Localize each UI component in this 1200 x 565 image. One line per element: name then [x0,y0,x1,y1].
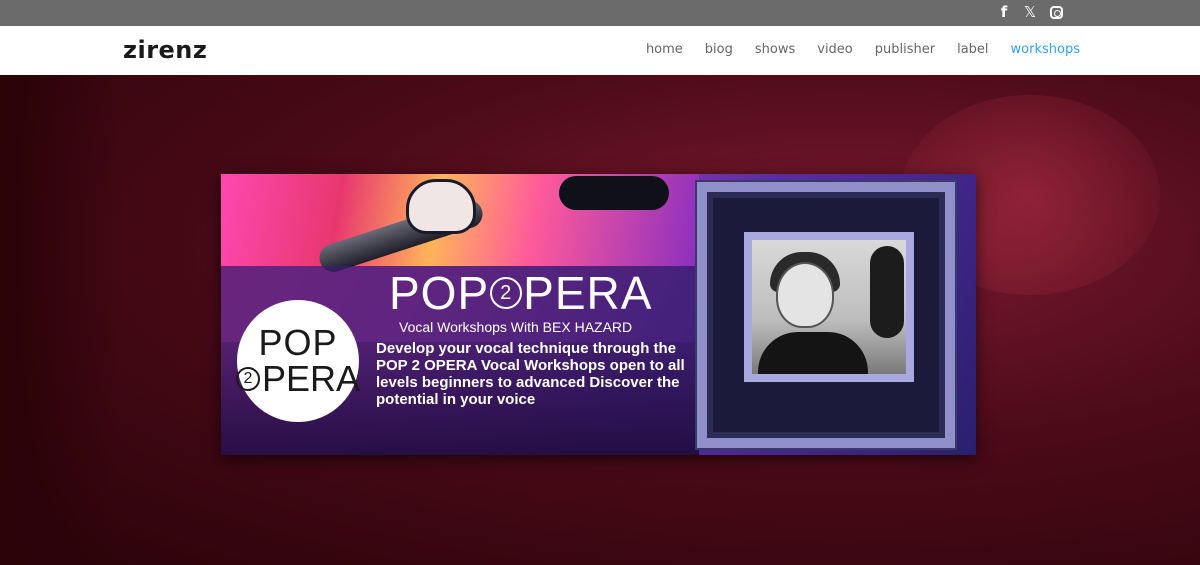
site-header: zirenz home biog shows video publisher l… [0,26,1200,75]
instagram-icon-shape [1049,5,1063,19]
photo-face [776,262,834,328]
title-number: 2 [490,277,523,309]
title-pera: PERA [523,267,653,319]
banner-subtitle: Vocal Workshops With BEX HAZARD [399,319,633,335]
ornate-frame [697,182,955,448]
nav-workshops[interactable]: workshops [1011,42,1080,57]
facebook-icon[interactable]: f [994,2,1014,22]
nav-biog[interactable]: biog [705,42,733,57]
x-icon[interactable]: 𝕏 [1020,2,1040,22]
pop2opera-circle-logo: POP 2 PERA [235,300,361,422]
banner-title: POP 2 PERA [389,266,689,320]
circle-logo-pop: POP [258,322,338,363]
title-pop: POP [389,267,490,319]
circle-logo-opera: 2 PERA [235,358,361,399]
studio-microphone [870,246,904,338]
hand-illustration [406,179,476,234]
pop2opera-banner: POP 2 PERA POP 2 PERA Vocal Workshops Wi… [221,174,976,455]
nav-shows[interactable]: shows [755,42,795,57]
circle-logo-pera: PERA [261,358,361,399]
banner-description: Develop your vocal technique through the… [376,340,685,408]
portrait-photo [744,232,914,382]
nav-publisher[interactable]: publisher [875,42,935,57]
nav-home[interactable]: home [646,42,683,57]
hero-left-shade [0,75,120,565]
site-logo[interactable]: zirenz [123,36,207,64]
instagram-icon[interactable] [1046,2,1066,22]
top-social-bar: f 𝕏 [0,0,1200,26]
nav-video[interactable]: video [817,42,853,57]
sunglasses-illustration [559,176,669,210]
main-nav: home biog shows video publisher label wo… [646,42,1080,57]
nav-label[interactable]: label [957,42,988,57]
photo-body [758,332,868,374]
hero-background: POP 2 PERA POP 2 PERA Vocal Workshops Wi… [0,75,1200,565]
circle-logo-number: 2 [235,367,260,391]
